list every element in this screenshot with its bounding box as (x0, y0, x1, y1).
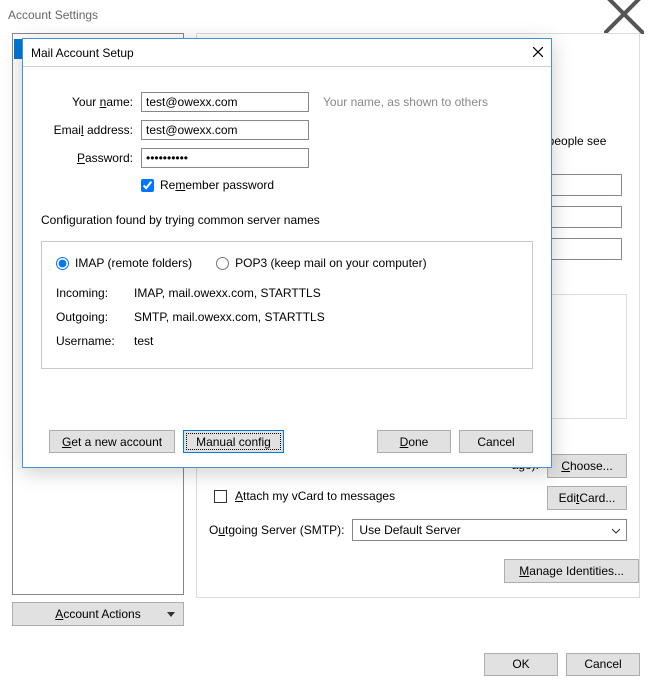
dropdown-icon (612, 523, 620, 537)
password-input[interactable] (141, 148, 309, 168)
username-value: test (134, 334, 153, 348)
account-actions-button[interactable]: AAccount Actionsccount Actions (12, 602, 184, 626)
done-button[interactable]: Done (377, 430, 451, 453)
manual-config-label: Manual config (196, 435, 271, 449)
attach-vcard-row: Attach my vCard to messages Attach my vC… (214, 489, 395, 503)
parent-footer: OK Cancel (0, 640, 652, 688)
dialog-title: Mail Account Setup (31, 46, 533, 60)
attach-vcard-checkbox[interactable] (214, 490, 227, 503)
manage-identities-button[interactable]: Manage Identities... (504, 559, 639, 583)
remember-password-label: Remember password (160, 178, 274, 192)
password-row: Password: Password: (41, 145, 533, 171)
your-name-label: Your name: (41, 95, 141, 109)
your-name-hint: Your name, as shown to others (323, 95, 488, 109)
pop3-radio[interactable] (216, 257, 229, 270)
outgoing-server-select[interactable]: Use Default Server (352, 519, 627, 541)
mail-account-setup-dialog: Mail Account Setup Your name: Your name:… (22, 38, 552, 468)
server-config-box: IMAP (remote folders) POP3 (keep mail on… (41, 241, 533, 369)
edit-card-button[interactable]: Edit Card... (547, 486, 627, 510)
password-label: Password: (41, 151, 141, 165)
incoming-key: Incoming: (56, 286, 134, 300)
incoming-row: Incoming: IMAP, mail.owexx.com, STARTTLS (56, 286, 518, 300)
dialog-close-button[interactable] (533, 46, 543, 60)
dialog-cancel-button[interactable]: Cancel (459, 430, 533, 453)
pop3-option[interactable]: POP3 (keep mail on your computer) (216, 256, 426, 270)
dialog-body: Your name: Your name: Your name, as show… (23, 67, 551, 467)
email-input[interactable] (141, 120, 309, 140)
incoming-value: IMAP, mail.owexx.com, STARTTLS (134, 286, 321, 300)
outgoing-server-row: Outgoing Server (SMTP): Outgoing Server … (209, 519, 627, 541)
manual-config-button[interactable]: Manual config (183, 430, 284, 453)
parent-title: Account Settings (8, 8, 604, 22)
protocol-row: IMAP (remote folders) POP3 (keep mail on… (56, 256, 518, 270)
pop3-label: POP3 (keep mail on your computer) (235, 256, 426, 270)
dialog-titlebar: Mail Account Setup (23, 39, 551, 67)
username-key: Username: (56, 334, 134, 348)
config-status-text: Configuration found by trying common ser… (41, 213, 533, 227)
attach-vcard-label: Attach my vCard to messages (235, 489, 395, 503)
outgoing-server-label: Outgoing Server (SMTP): (209, 523, 344, 537)
imap-radio[interactable] (56, 257, 69, 270)
get-new-account-button[interactable]: Get a new account (49, 430, 175, 453)
close-icon (533, 47, 543, 57)
imap-label: IMAP (remote folders) (75, 256, 192, 270)
outgoing-value: SMTP, mail.owexx.com, STARTTLS (134, 310, 325, 324)
ok-button[interactable]: OK (484, 653, 558, 676)
your-name-row: Your name: Your name: Your name, as show… (41, 89, 533, 115)
remember-password-checkbox[interactable] (141, 179, 154, 192)
close-icon (604, 0, 644, 34)
outgoing-server-value: Use Default Server (359, 523, 460, 537)
email-label: Email address: (41, 123, 141, 137)
your-name-input[interactable] (141, 92, 309, 112)
parent-close-button[interactable] (604, 0, 644, 37)
choose-button[interactable]: Choose... (547, 454, 627, 478)
dialog-footer: Get a new account Get a new account Manu… (41, 430, 533, 453)
outgoing-row: Outgoing: SMTP, mail.owexx.com, STARTTLS (56, 310, 518, 324)
remember-password-row: Remember password Remember password (141, 173, 533, 197)
outgoing-key: Outgoing: (56, 310, 134, 324)
dropdown-icon (167, 607, 175, 621)
parent-titlebar: Account Settings (0, 0, 652, 30)
cancel-button[interactable]: Cancel (566, 653, 640, 676)
imap-option[interactable]: IMAP (remote folders) (56, 256, 192, 270)
username-row: Username: test (56, 334, 518, 348)
email-row: Email address: Email address: (41, 117, 533, 143)
